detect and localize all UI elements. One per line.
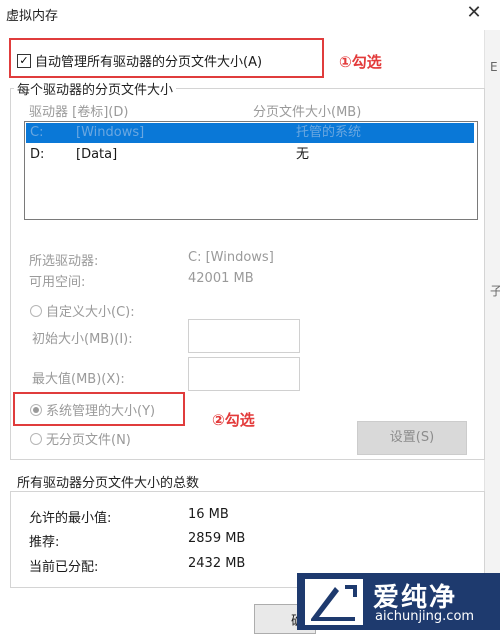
selected-drive-label: 所选驱动器: [29,254,99,269]
recommended-value: 2859 MB [188,531,246,546]
auto-manage-checkbox[interactable]: ✓ 自动管理所有驱动器的分页文件大小(A) [17,51,262,70]
custom-size-radio[interactable] [30,305,42,317]
background-text: 子 [490,284,500,298]
drive-row-c[interactable]: C: [Windows] 托管的系统 [26,123,474,143]
selected-drive-value: C: [Windows] [188,250,274,265]
background-window-edge [484,30,500,630]
no-paging-label: 无分页文件(N) [46,433,131,448]
min-allowed-value: 16 MB [188,507,229,522]
no-paging-radio[interactable] [30,433,42,445]
annotation-step2: ②勾选 [212,411,255,429]
initial-size-label: 初始大小(MB)(I): [32,332,133,347]
close-icon: ✕ [466,2,482,23]
min-allowed-label: 允许的最小值: [29,511,112,526]
drive-letter: D: [30,147,45,162]
current-allocated-value: 2432 MB [188,556,246,571]
auto-manage-label: 自动管理所有驱动器的分页文件大小(A) [35,55,263,70]
column-header-size: 分页文件大小(MB) [253,105,362,120]
max-size-label: 最大值(MB)(X): [32,372,125,387]
column-header-drive: 驱动器 [卷标](D) [29,105,129,120]
watermark-logo: 爱纯净 aichunjing.com [297,573,500,630]
checkbox-checked-icon: ✓ [17,53,31,68]
free-space-value: 42001 MB [188,271,254,286]
recommended-label: 推荐: [29,535,60,550]
drive-list[interactable]: C: [Windows] 托管的系统 D: [Data] 无 [24,121,478,220]
logo-mark-icon [305,579,363,625]
max-size-input[interactable] [188,357,300,391]
custom-size-label: 自定义大小(C): [46,305,135,320]
per-drive-group-label: 每个驱动器的分页文件大小 [14,79,177,98]
current-allocated-label: 当前已分配: [29,560,99,575]
system-managed-label: 系统管理的大小(Y) [46,404,156,419]
drive-size: 无 [296,147,310,162]
close-button[interactable]: ✕ [463,2,485,24]
drive-row-d[interactable]: D: [Data] 无 [26,145,474,165]
free-space-label: 可用空间: [29,275,86,290]
drive-label: [Windows] [76,125,145,140]
annotation-step1: ①勾选 [339,53,382,71]
drive-letter: C: [30,125,44,140]
initial-size-input[interactable] [188,319,300,353]
window-title: 虚拟内存 [6,9,59,24]
totals-group-label: 所有驱动器分页文件大小的总数 [14,472,203,491]
drive-size: 托管的系统 [296,125,362,140]
system-managed-radio[interactable] [30,404,42,416]
watermark-url: aichunjing.com [375,609,475,624]
set-button[interactable]: 设置(S) [357,421,467,455]
title-bar [0,0,500,30]
drive-label: [Data] [76,147,118,162]
background-text: E [490,60,498,74]
